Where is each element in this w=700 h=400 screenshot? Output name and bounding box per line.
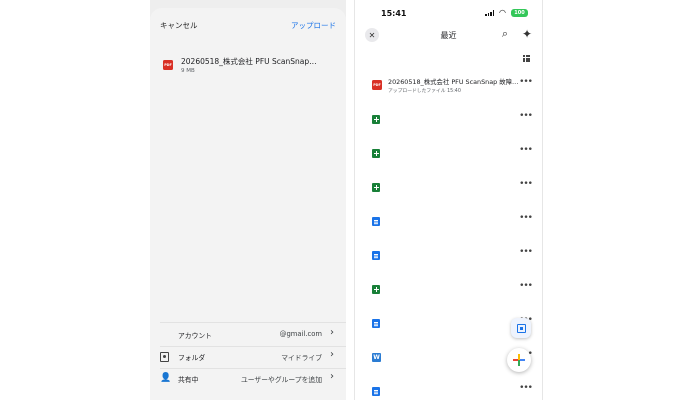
chevron-right-icon: › xyxy=(330,327,334,338)
status-bar: 15:41 ◠ 100 xyxy=(381,8,530,19)
folder-icon xyxy=(160,352,169,362)
file-name: 20260518_株式会社 PFU ScanSnap… xyxy=(181,57,317,66)
sheet-header: キャンセル アップロード xyxy=(160,20,336,34)
file-subtitle: アップロードしたファイル 15:40 xyxy=(388,89,461,94)
grid-view-icon[interactable] xyxy=(523,55,530,62)
more-options-icon[interactable]: ••• xyxy=(519,111,533,121)
sheets-icon xyxy=(372,149,380,158)
search-icon[interactable]: ⌕ xyxy=(502,27,508,41)
account-label: アカウント xyxy=(178,332,212,340)
more-options-icon[interactable]: ••• xyxy=(519,383,533,393)
file-row[interactable]: PDF 20260518_株式会社 PFU ScanSnap 故障… アップロードし… xyxy=(355,74,542,98)
more-options-icon[interactable]: ••• xyxy=(519,145,533,155)
sheets-icon xyxy=(372,115,380,124)
more-options-icon[interactable]: ••• xyxy=(519,179,533,189)
battery-icon: 100 xyxy=(511,9,528,17)
account-value: @gmail.com xyxy=(279,330,322,338)
word-icon: W xyxy=(372,353,381,362)
file-row[interactable]: ••• xyxy=(355,142,542,166)
pdf-icon: PDF xyxy=(163,60,173,70)
file-name: 20260518_株式会社 PFU ScanSnap 故障… xyxy=(388,78,519,86)
selected-file: PDF 20260518_株式会社 PFU ScanSnap… 9 MB xyxy=(163,56,338,78)
folder-value: マイドライブ xyxy=(281,354,322,362)
file-row[interactable]: ••• xyxy=(355,108,542,132)
wifi-icon: ◠ xyxy=(499,8,506,17)
scan-button[interactable] xyxy=(511,318,531,338)
more-options-icon[interactable]: ••• xyxy=(519,77,533,87)
sharing-option[interactable]: 👤 共有中 ユーザーやグループを追加 › xyxy=(150,370,346,390)
docs-icon xyxy=(372,319,380,328)
upload-sheet: キャンセル アップロード PDF 20260518_株式会社 PFU ScanS… xyxy=(150,8,346,400)
sharing-value: ユーザーやグループを追加 xyxy=(240,376,322,384)
sheets-icon xyxy=(372,285,380,294)
docs-icon xyxy=(372,387,380,396)
account-option[interactable]: アカウント @gmail.com › xyxy=(150,326,346,346)
chevron-right-icon: › xyxy=(330,349,334,360)
person-add-icon: 👤 xyxy=(160,373,172,383)
upload-screen: キャンセル アップロード PDF 20260518_株式会社 PFU ScanS… xyxy=(150,0,346,400)
drive-recent-screen: 15:41 ◠ 100 ✕ 最近 ⌕ ✦ PDF 20260518_株式会社 PF… xyxy=(354,0,543,400)
sparkle-icon[interactable]: ✦ xyxy=(522,27,532,41)
status-time: 15:41 xyxy=(381,9,407,18)
divider xyxy=(160,322,346,323)
file-row[interactable]: ••• xyxy=(355,244,542,268)
signal-icon xyxy=(485,10,494,16)
page-title: 最近 xyxy=(440,31,457,40)
file-size: 9 MB xyxy=(181,68,195,74)
more-options-icon[interactable]: ••• xyxy=(519,281,533,291)
chevron-right-icon: › xyxy=(330,371,334,382)
file-row[interactable]: ••• xyxy=(355,380,542,400)
docs-icon xyxy=(372,217,380,226)
more-options-icon[interactable]: ••• xyxy=(519,247,533,257)
docs-icon xyxy=(372,251,380,260)
plus-icon xyxy=(513,354,525,366)
upload-button[interactable]: アップロード xyxy=(291,20,336,31)
folder-label: フォルダ xyxy=(178,354,206,362)
sheets-icon xyxy=(372,183,380,192)
divider xyxy=(160,368,346,369)
file-row[interactable]: ••• xyxy=(355,176,542,200)
sharing-label: 共有中 xyxy=(178,376,199,384)
folder-option[interactable]: フォルダ マイドライブ › xyxy=(150,348,346,368)
divider xyxy=(160,346,346,347)
more-options-icon[interactable]: ••• xyxy=(519,213,533,223)
scan-icon xyxy=(516,323,526,333)
new-button[interactable] xyxy=(507,348,531,372)
file-row[interactable]: ••• xyxy=(355,278,542,302)
cancel-button[interactable]: キャンセル xyxy=(160,20,198,31)
file-row[interactable]: ••• xyxy=(355,210,542,234)
pdf-icon: PDF xyxy=(372,80,382,90)
